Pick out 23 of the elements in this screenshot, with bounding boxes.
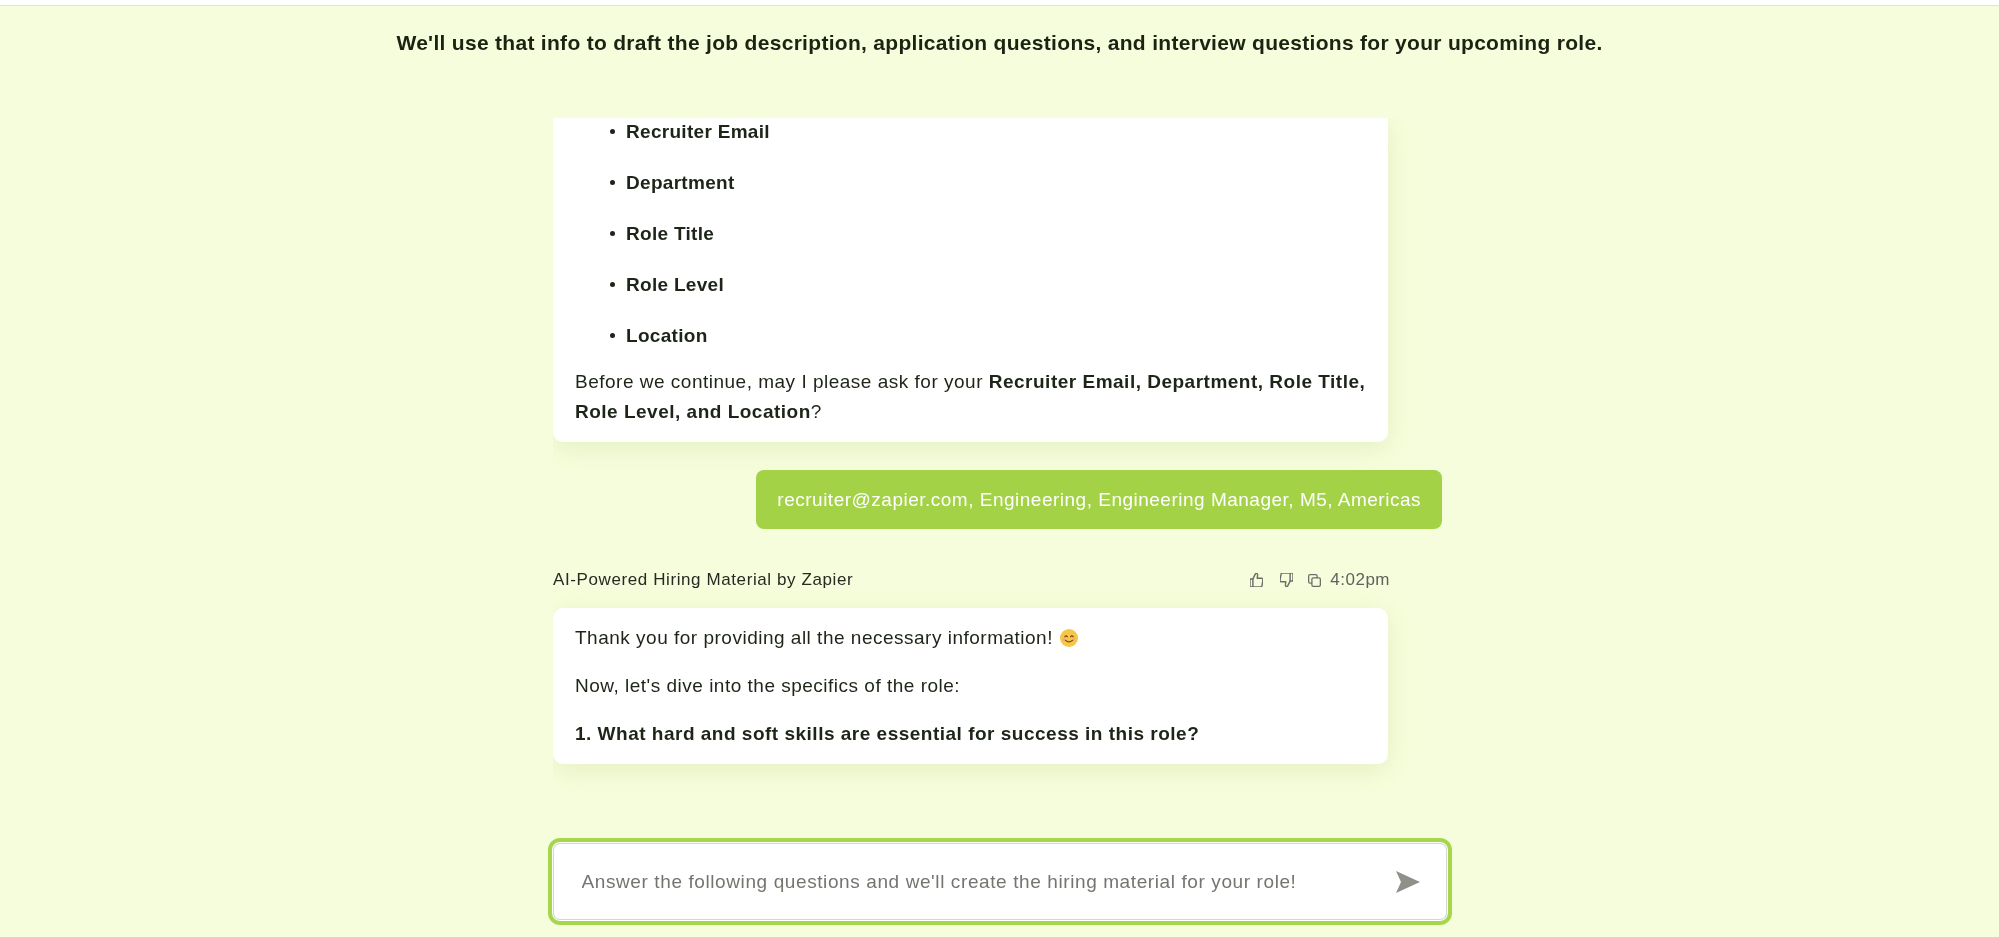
bullet-icon	[610, 231, 615, 236]
thumbs-down-icon[interactable]	[1280, 573, 1294, 587]
sender-name: AI-Powered Hiring Material by Zapier	[553, 569, 854, 591]
bullet-icon	[610, 129, 615, 134]
bullet-icon	[610, 180, 615, 185]
send-icon[interactable]	[1395, 871, 1420, 893]
list-item-text: Role Title	[626, 222, 715, 246]
copy-icon[interactable]	[1308, 573, 1322, 587]
user-message: recruiter@zapier.com, Engineering, Engineering Manager, M5, Americas	[756, 470, 1442, 529]
list-item-text: Recruiter Email	[626, 120, 770, 144]
list-item-text: Location	[626, 324, 708, 348]
message-input-field[interactable]: Answer the following questions and we'll create the hiring material for your role!	[547, 838, 1452, 925]
intro-text: We'll use that info to draft the job description, application questions, and interview questions for your upcoming role.	[396, 30, 1603, 56]
list-item-text: Department	[626, 171, 735, 195]
paragraph-text: Before we continue, may I please ask for your Recruiter Email, Department, Role Title, Role Level, and Location?	[575, 371, 1366, 422]
bullet-icon	[610, 333, 615, 338]
paragraph-text: Thank you for providing all the necessary information!	[575, 627, 1053, 648]
paragraph-text: 1. What hard and soft skills are essential for success in this role?	[575, 723, 1200, 744]
timestamp: 4:02pm	[1330, 569, 1390, 591]
paragraph-text: Now, let's dive into the specifics of the role:	[575, 675, 961, 696]
thumbs-up-icon[interactable]	[1250, 573, 1264, 587]
bullet-icon	[610, 282, 615, 287]
list-item-text: Role Level	[626, 273, 725, 297]
